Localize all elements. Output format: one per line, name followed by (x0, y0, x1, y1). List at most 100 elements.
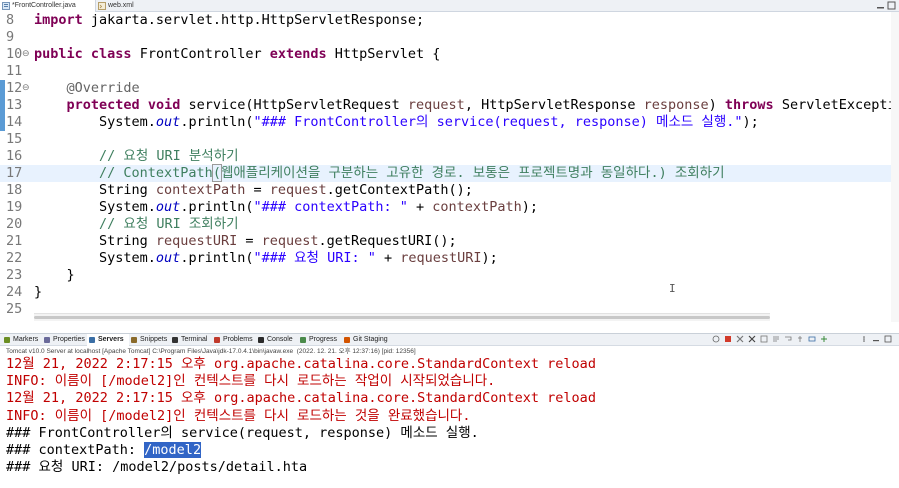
maximize-view-icon[interactable] (884, 335, 892, 343)
code-token: = (237, 233, 262, 249)
console-line: 12월 21, 2022 2:17:15 오후 org.apache.catal… (6, 390, 596, 407)
code-line[interactable]: 14 System.out.println("### FrontControll… (0, 114, 899, 131)
code-line[interactable]: 10 ⊖ public class FrontController extends … (0, 46, 899, 63)
code-line[interactable]: 23 } (0, 267, 899, 284)
view-tab-progress[interactable]: Progress (298, 334, 342, 346)
line-number: 24 (6, 284, 23, 300)
maximize-icon[interactable] (887, 1, 896, 10)
console-icon (258, 337, 264, 343)
code-line[interactable]: 9 (0, 29, 899, 46)
code-token: = (245, 182, 270, 198)
code-text: // 요청 URI 분석하기 (34, 148, 239, 165)
minimize-view-icon[interactable] (872, 335, 880, 343)
code-text: // 요청 URI 조회하기 (34, 216, 239, 233)
code-text: String requestURI = request.getRequestUR… (34, 233, 457, 250)
tab-web-xml[interactable]: web.xml (96, 0, 156, 12)
code-token: contextPath (432, 199, 522, 215)
code-text: @Override (34, 80, 140, 97)
editor-horizontal-scrollbar[interactable] (34, 313, 770, 321)
code-token: .println( (180, 199, 254, 215)
code-line[interactable]: 11 (0, 63, 899, 80)
git-staging-icon (344, 337, 350, 343)
code-token: ); (742, 114, 759, 130)
tab-frontcontroller-java[interactable]: *FrontController.java (0, 0, 96, 12)
view-tab-markers[interactable]: Markers (2, 334, 42, 346)
view-tab-git-staging[interactable]: Git Staging (342, 334, 392, 346)
remove-launch-icon[interactable] (736, 335, 744, 343)
code-token: .println( (180, 114, 254, 130)
editor-tab-bar: *FrontController.java web.xml (0, 0, 899, 12)
java-file-icon (2, 2, 10, 10)
code-line[interactable]: 19 System.out.println("### contextPath: … (0, 199, 899, 216)
code-token: extends (269, 46, 327, 62)
selected-text[interactable]: /model2 (144, 442, 202, 458)
view-tab-snippets[interactable]: Snippets (129, 334, 170, 346)
console-line: INFO: 이름이 [/model2]인 컨텍스트를 다시 로드하는 작업이 시… (6, 373, 495, 390)
code-token: requestURI (155, 233, 238, 249)
code-token: public (34, 46, 83, 62)
fold-toggle-icon[interactable]: ⊖ (22, 49, 31, 60)
view-tab-properties[interactable]: Properties (42, 334, 87, 346)
word-wrap-icon[interactable] (784, 335, 792, 343)
code-line[interactable]: 8 import jakarta.servlet.http.HttpServlet… (0, 12, 899, 29)
code-token: + (375, 250, 401, 266)
code-editor[interactable]: 8 import jakarta.servlet.http.HttpServlet… (0, 12, 899, 322)
editor-vertical-scrollbar[interactable] (891, 12, 899, 322)
line-number: 13 (6, 97, 23, 113)
code-token: "### 요청 URI: " (253, 250, 376, 266)
code-token: , HttpServletResponse (464, 97, 644, 113)
code-text: } (34, 267, 75, 284)
remove-all-icon[interactable] (748, 335, 756, 343)
view-tab-console[interactable]: Console (256, 334, 298, 346)
code-line[interactable]: 22 System.out.println("### 요청 URI: " + r… (0, 250, 899, 267)
open-console-icon[interactable] (820, 335, 828, 343)
pin-console-icon[interactable] (796, 335, 804, 343)
code-token: "### FrontController의 service(request, r… (253, 114, 743, 130)
code-token: out (155, 199, 181, 215)
terminate-icon[interactable] (724, 335, 732, 343)
view-tab-problems[interactable]: Problems (212, 334, 256, 346)
view-tab-terminal[interactable]: Terminal (170, 334, 212, 346)
code-line[interactable]: 13 protected void service(HttpServletReq… (0, 97, 899, 114)
code-line[interactable]: 15 (0, 131, 899, 148)
clear-console-icon[interactable] (760, 335, 768, 343)
code-line[interactable]: 16 // 요청 URI 분석하기 (0, 148, 899, 165)
line-number: 8 (6, 12, 15, 28)
code-line[interactable]: 21 String requestURI = request.getReques… (0, 233, 899, 250)
line-number: 23 (6, 267, 23, 283)
code-line[interactable]: 20 // 요청 URI 조회하기 (0, 216, 899, 233)
scroll-lock-icon[interactable] (772, 335, 780, 343)
display-console-icon[interactable] (808, 335, 816, 343)
fold-toggle-icon[interactable]: ⊖ (22, 83, 31, 94)
code-token: request (261, 233, 319, 249)
console-line: ### contextPath: /model2 (6, 442, 202, 459)
view-tab-label: Properties (53, 336, 85, 343)
view-tab-label: Console (267, 336, 293, 343)
code-token: ); (521, 199, 538, 215)
view-tab-label: Servers (98, 336, 124, 343)
code-line[interactable]: 17 // ContextPath(웹애플리케이션을 구분하는 고유한 경로. … (0, 164, 899, 182)
line-number: 16 (6, 148, 23, 164)
line-number: 25 (6, 301, 23, 317)
code-token: contextPath (155, 182, 246, 198)
console-line: ### 요청 URI: /model2/posts/detail.hta (6, 459, 307, 476)
code-line[interactable]: 24} (0, 284, 899, 301)
code-line[interactable]: 18 String contextPath = request.getConte… (0, 182, 899, 199)
line-number: 9 (6, 29, 15, 45)
view-tab-servers[interactable]: Servers (87, 334, 129, 346)
server-status-text: Tomcat v10.0 Server at localhost [Apache… (6, 348, 416, 355)
code-token: ServletException (773, 97, 899, 113)
scrollbar-thumb[interactable] (34, 316, 770, 319)
minimize-icon[interactable] (876, 1, 885, 10)
code-token: + (407, 199, 433, 215)
code-token: 웹애플리케이션을 구분하는 고유한 경로. 보통은 프로젝트명과 동일하다.) … (220, 165, 725, 181)
line-number: 22 (6, 250, 23, 266)
view-menu-icon[interactable] (860, 335, 868, 343)
view-tab-label: Git Staging (353, 336, 388, 343)
code-line[interactable]: 12 ⊖ @Override (0, 80, 899, 97)
line-number: 15 (6, 131, 23, 147)
link-icon[interactable] (712, 335, 720, 343)
line-number: 18 (6, 182, 23, 198)
console-text: ### FrontController의 service(request, re… (6, 424, 479, 441)
